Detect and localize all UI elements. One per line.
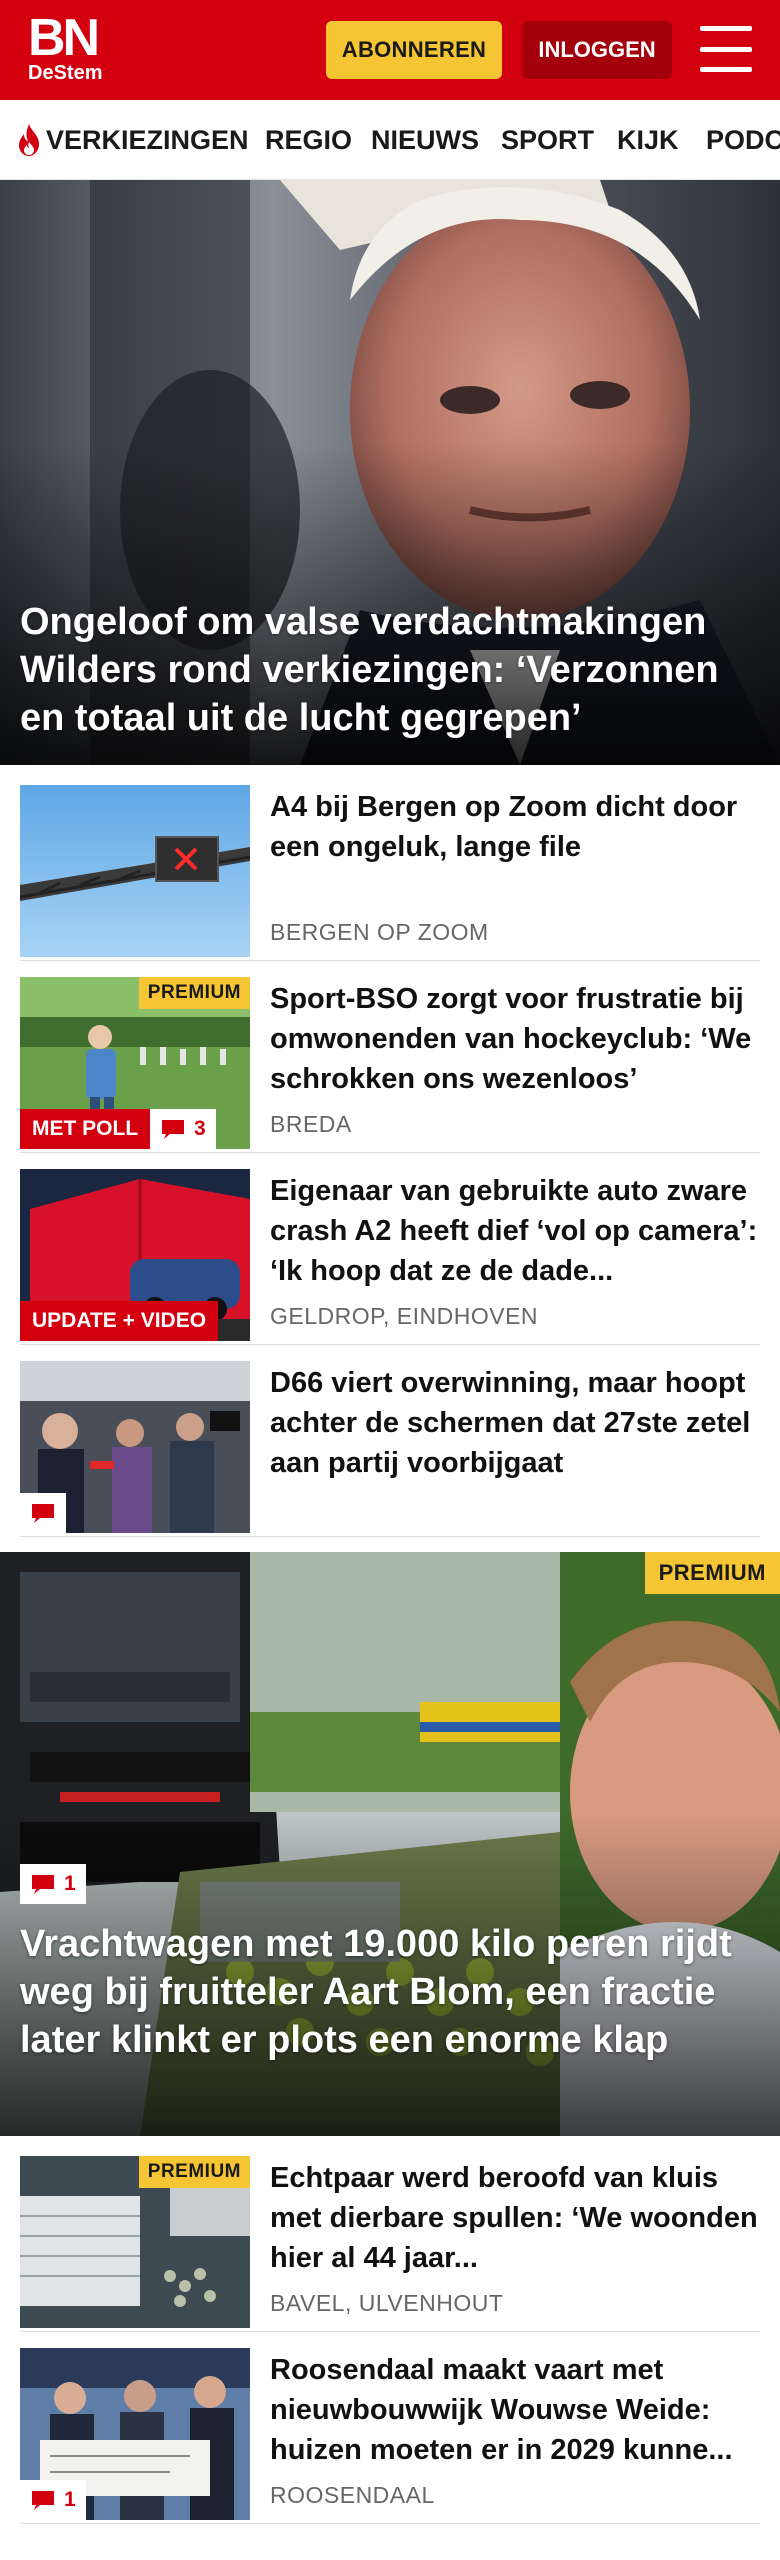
- article-card[interactable]: D66 viert overwinning, maar hoopt achter…: [20, 1361, 760, 1537]
- article-location: GELDROP, EINDHOVEN: [270, 1303, 539, 1329]
- article-location: ROOSENDAAL: [270, 2482, 435, 2508]
- comment-icon: [32, 2491, 54, 2510]
- feature-article[interactable]: PREMIUM 1 Vrachtwagen met 19.000 kilo pe…: [0, 1552, 780, 2136]
- section-nav: VERKIEZINGEN REGIO NIEUWS SPORT KIJK POD…: [0, 100, 780, 180]
- article-card[interactable]: PREMIUM Echtpaar werd beroofd van kluis …: [20, 2156, 760, 2332]
- comment-count[interactable]: 3: [150, 1109, 216, 1149]
- article-location: BREDA: [270, 1111, 352, 1137]
- comment-icon: [32, 1504, 54, 1523]
- nav-label: NIEUWS: [371, 124, 479, 155]
- nav-label: VERKIEZINGEN: [46, 124, 249, 155]
- article-thumbnail: PREMIUM MET POLL 3: [20, 977, 250, 1149]
- comment-icon: [32, 1875, 54, 1894]
- nav-label: REGIO: [265, 124, 353, 155]
- article-location: BAVEL, ULVENHOUT: [270, 2290, 504, 2316]
- article-title[interactable]: Eigenaar van gebruikte auto zware crash …: [270, 1171, 760, 1291]
- article-card[interactable]: 1 Roosendaal maakt vaart met nieuwbouwwi…: [20, 2348, 760, 2524]
- comment-icon: [162, 1120, 184, 1139]
- menu-icon[interactable]: [700, 26, 752, 72]
- nav-label: SPORT: [501, 124, 595, 155]
- logo-sub: DeStem: [28, 62, 103, 84]
- article-title[interactable]: Roosendaal maakt vaart met nieuwbouwwijk…: [270, 2350, 760, 2470]
- comment-count-value: 1: [64, 1872, 76, 1895]
- top-bar: BN DeStem ABONNEREN INLOGGEN: [0, 0, 780, 100]
- update-video-label: UPDATE + VIDEO: [20, 1301, 219, 1341]
- comment-count-value: 1: [64, 2488, 76, 2511]
- article-card[interactable]: A4 bij Bergen op Zoom dicht door een ong…: [20, 785, 760, 961]
- nav-item-sport[interactable]: SPORT: [501, 100, 595, 179]
- comment-count[interactable]: 1: [20, 1864, 86, 1904]
- article-thumbnail: [20, 785, 250, 957]
- nav-label: KIJK: [617, 124, 679, 155]
- nav-label: PODC: [706, 124, 780, 155]
- hero-title[interactable]: Ongeloof om valse verdachtmakingen Wilde…: [20, 598, 770, 742]
- article-thumbnail: 1: [20, 2348, 250, 2520]
- premium-badge: PREMIUM: [138, 977, 250, 1009]
- site-logo[interactable]: BN DeStem: [28, 12, 102, 84]
- nav-item-podcasts[interactable]: PODC: [706, 100, 780, 179]
- nav-item-regio[interactable]: REGIO: [265, 100, 353, 179]
- article-title[interactable]: D66 viert overwinning, maar hoopt achter…: [270, 1363, 760, 1483]
- comment-count[interactable]: [20, 1493, 66, 1533]
- nav-item-nieuws[interactable]: NIEUWS: [371, 100, 479, 179]
- nav-item-kijk[interactable]: KIJK: [617, 100, 679, 179]
- flame-icon: [19, 124, 39, 156]
- article-title[interactable]: Sport-BSO zorgt voor frustratie bij omwo…: [270, 979, 760, 1099]
- logo-main: BN: [28, 9, 100, 67]
- nav-item-verkiezingen[interactable]: VERKIEZINGEN: [16, 100, 249, 179]
- premium-badge: PREMIUM: [138, 2156, 250, 2188]
- article-thumbnail: [20, 1361, 250, 1533]
- article-thumbnail: UPDATE + VIDEO: [20, 1169, 250, 1341]
- feature-title[interactable]: Vrachtwagen met 19.000 kilo peren rijdt …: [20, 1920, 770, 2064]
- article-title[interactable]: A4 bij Bergen op Zoom dicht door een ong…: [270, 787, 760, 867]
- article-location: BERGEN OP ZOOM: [270, 919, 489, 945]
- poll-label: MET POLL: [20, 1109, 151, 1149]
- article-thumbnail: PREMIUM: [20, 2156, 250, 2328]
- comment-count-value: 3: [194, 1117, 206, 1140]
- article-card[interactable]: PREMIUM MET POLL 3 Sport-BSO zorgt voor …: [20, 977, 760, 1153]
- subscribe-button[interactable]: ABONNEREN: [326, 21, 502, 79]
- hero-article[interactable]: Ongeloof om valse verdachtmakingen Wilde…: [0, 180, 780, 765]
- comment-count[interactable]: 1: [20, 2480, 86, 2520]
- premium-badge: PREMIUM: [644, 1552, 780, 1594]
- article-title[interactable]: Echtpaar werd beroofd van kluis met dier…: [270, 2158, 760, 2278]
- login-button[interactable]: INLOGGEN: [522, 21, 672, 79]
- article-card[interactable]: UPDATE + VIDEO Eigenaar van gebruikte au…: [20, 1169, 760, 1345]
